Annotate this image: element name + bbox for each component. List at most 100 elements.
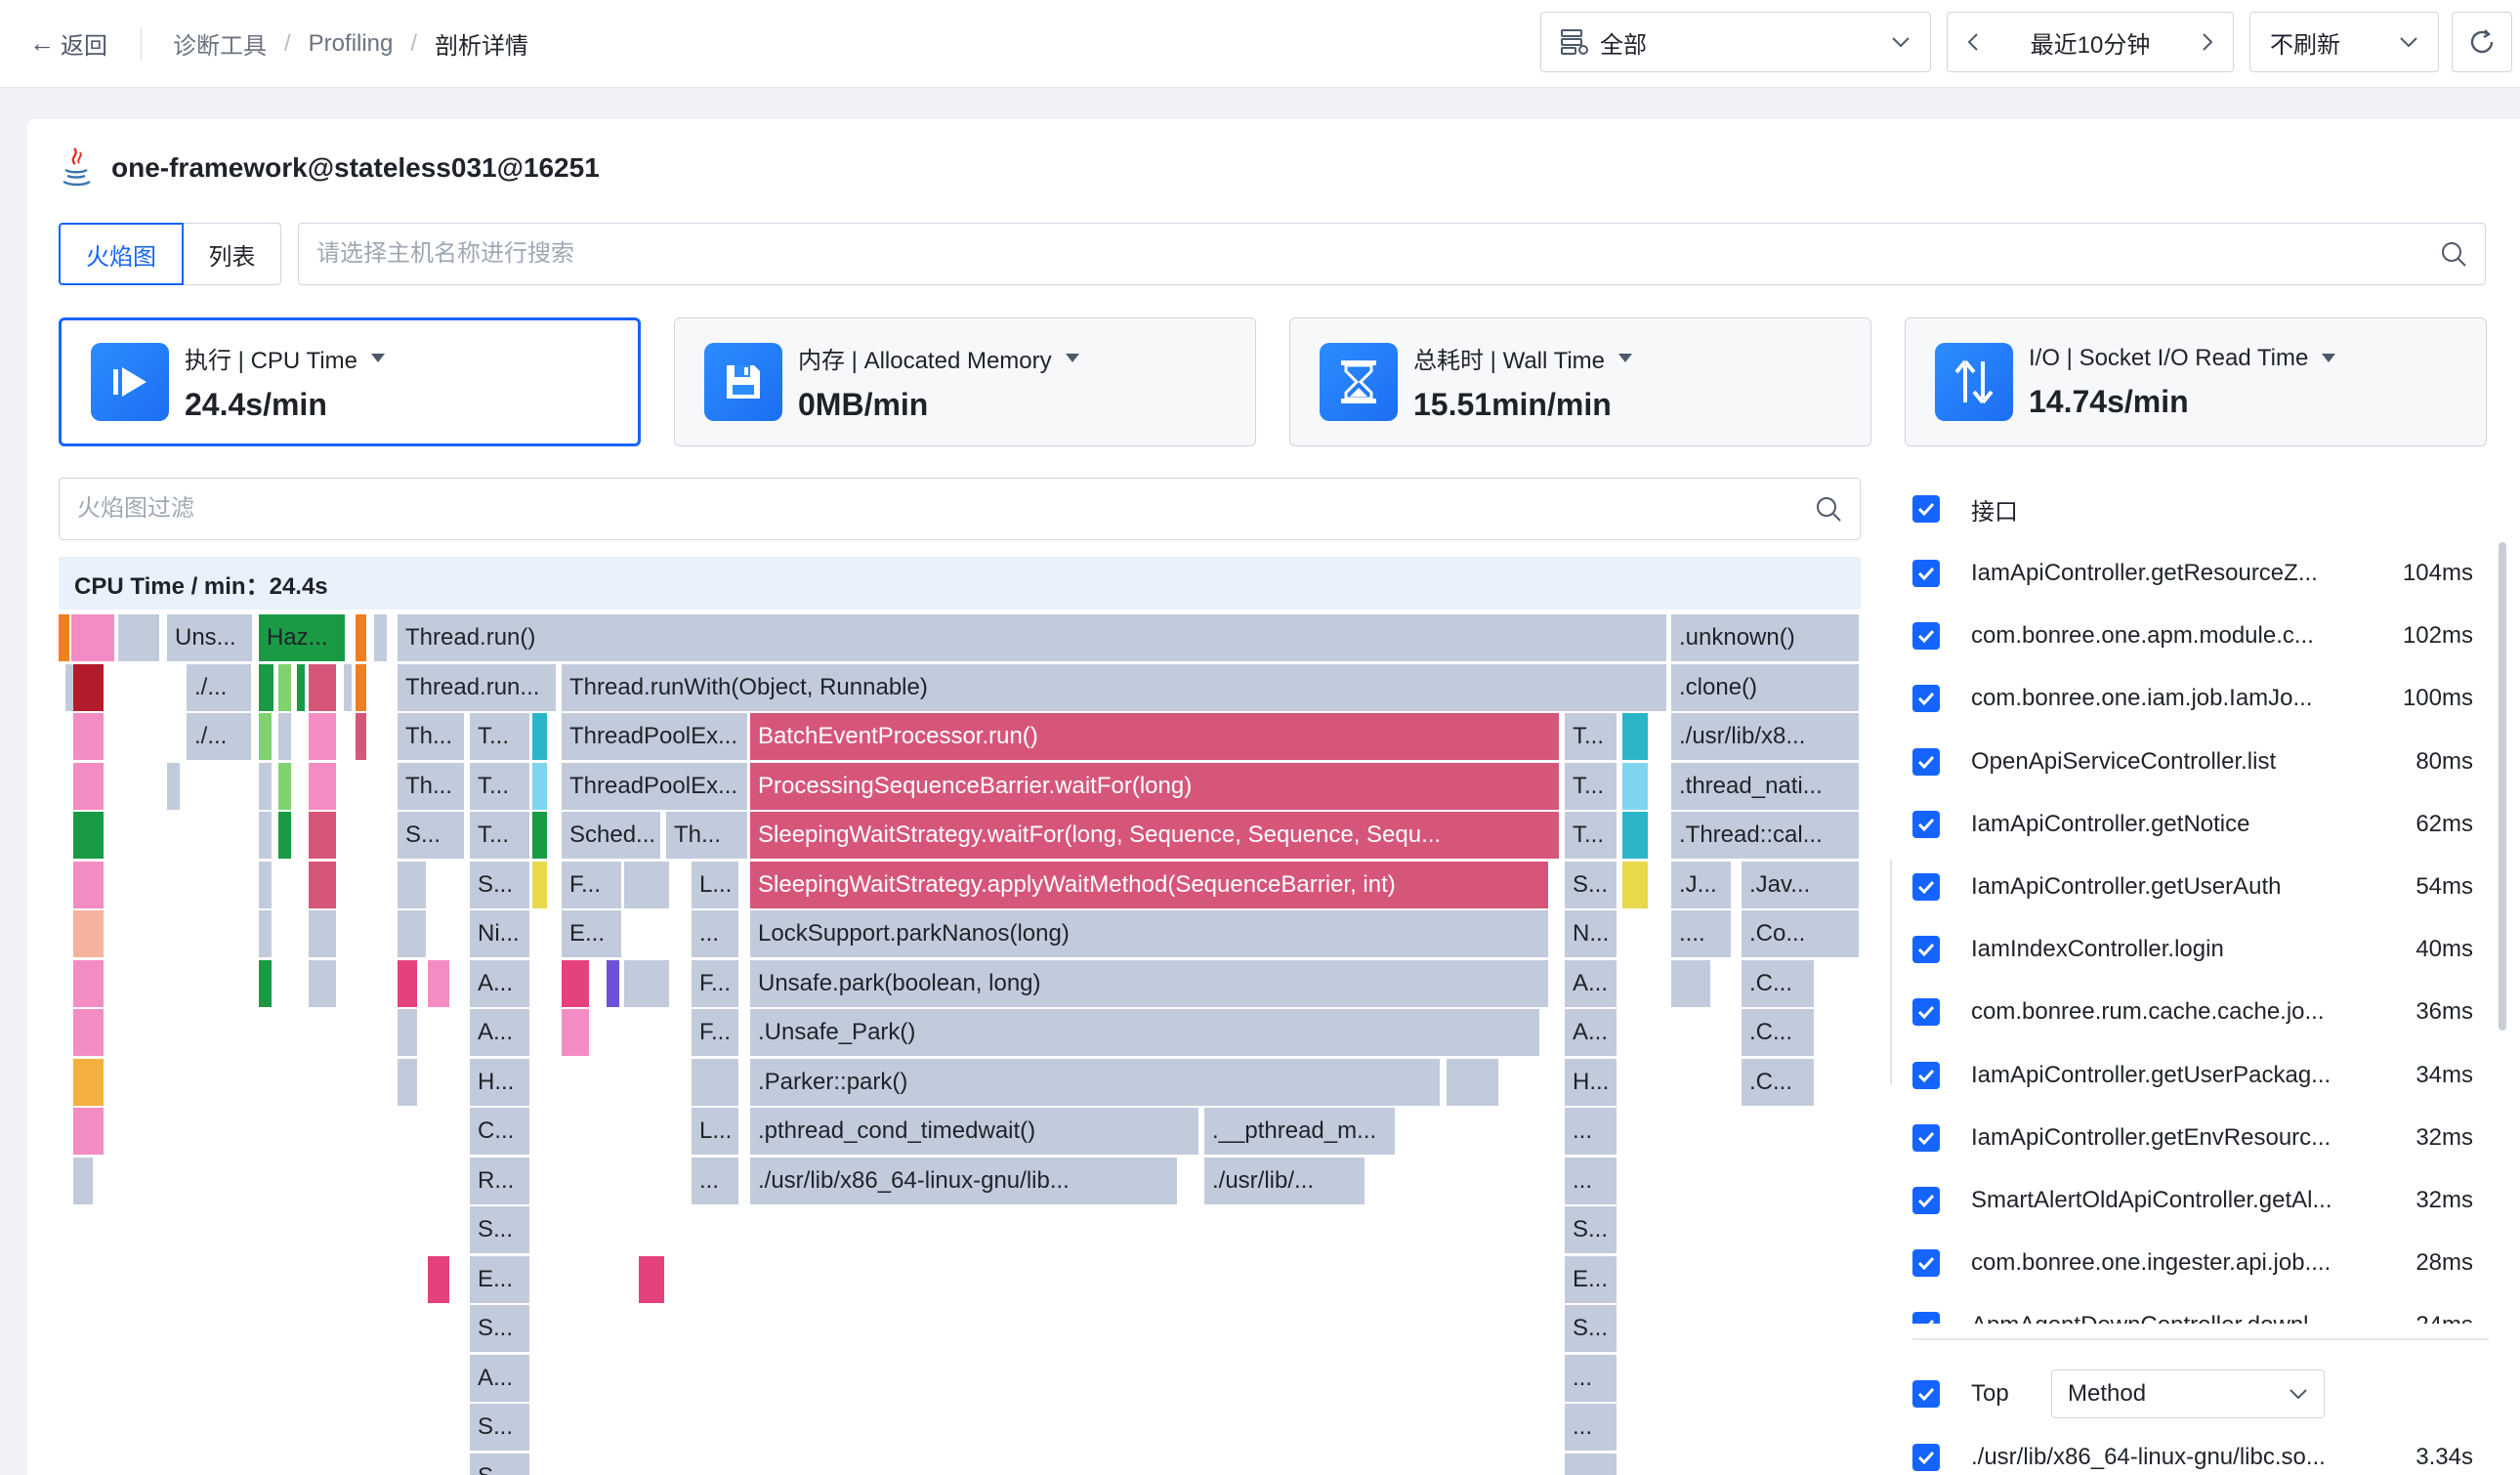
flame-frame[interactable]: A... xyxy=(1565,1009,1618,1056)
flame-frame[interactable]: E... xyxy=(470,1256,531,1303)
flame-frame[interactable]: .__pthread_m... xyxy=(1204,1108,1397,1155)
flame-frame[interactable]: S... xyxy=(470,862,531,908)
flame-frame[interactable]: Th... xyxy=(398,713,466,760)
flame-frame[interactable] xyxy=(532,862,549,908)
flame-frame[interactable]: S... xyxy=(398,812,466,859)
flame-frame[interactable]: ./... xyxy=(187,713,253,760)
flame-frame[interactable]: ./usr/lib/... xyxy=(1204,1158,1366,1204)
flame-frame[interactable] xyxy=(356,614,368,661)
flame-frame[interactable]: Uns... xyxy=(167,614,254,661)
flame-frame[interactable] xyxy=(374,614,389,661)
flame-frame[interactable]: A... xyxy=(470,1009,531,1056)
flame-frame[interactable] xyxy=(59,614,71,661)
flame-frame[interactable] xyxy=(624,960,671,1007)
flame-frame[interactable]: S... xyxy=(470,1404,531,1451)
checkbox-checked[interactable] xyxy=(1912,1061,1940,1089)
flame-frame[interactable]: ThreadPoolEx... xyxy=(562,713,749,760)
flame-frame[interactable]: SleepingWaitStrategy.applyWaitMethod(Seq… xyxy=(750,862,1550,908)
flame-frame[interactable]: H... xyxy=(470,1059,531,1106)
flame-frame[interactable]: S... xyxy=(470,1206,531,1253)
flame-frame[interactable] xyxy=(73,1059,105,1106)
flame-frame[interactable] xyxy=(73,960,105,1007)
flame-frame[interactable]: S... xyxy=(470,1454,531,1475)
flame-frame[interactable] xyxy=(562,1009,591,1056)
flame-frame[interactable] xyxy=(398,910,428,957)
flame-frame[interactable] xyxy=(309,664,338,711)
flame-frame[interactable] xyxy=(259,763,273,810)
flame-frame[interactable]: ProcessingSequenceBarrier.waitFor(long) xyxy=(750,763,1561,810)
checkbox-checked[interactable] xyxy=(1912,1312,1940,1324)
flame-frame[interactable]: Sched... xyxy=(562,812,662,859)
breadcrumb-item-profiling[interactable]: Profiling xyxy=(309,30,394,58)
flame-frame[interactable] xyxy=(1447,1059,1500,1106)
flame-frame[interactable] xyxy=(73,1009,105,1056)
chevron-right-icon[interactable] xyxy=(2202,32,2213,52)
flame-frame[interactable] xyxy=(73,713,105,760)
flamegraph-filter-input[interactable] xyxy=(77,495,1815,523)
checkbox-checked[interactable] xyxy=(1912,560,1940,587)
flame-frame[interactable]: F... xyxy=(692,1009,740,1056)
flamegraph[interactable]: Uns... Haz... Thread.run() .unknown() ./... T… xyxy=(59,611,1861,1475)
flame-frame[interactable]: T... xyxy=(470,812,531,859)
flame-frame[interactable]: .clone() xyxy=(1671,664,1861,711)
flame-frame[interactable] xyxy=(309,960,338,1007)
flame-frame[interactable] xyxy=(259,862,273,908)
checkbox-checked[interactable] xyxy=(1912,1444,1940,1471)
flame-frame[interactable] xyxy=(428,960,451,1007)
flame-frame[interactable] xyxy=(297,664,307,711)
interface-list-item[interactable]: com.bonree.one.apm.module.c... 102ms xyxy=(1912,605,2489,667)
flame-frame[interactable] xyxy=(607,960,621,1007)
flame-frame[interactable]: E... xyxy=(562,910,623,957)
caret-down-icon[interactable] xyxy=(1065,354,1079,362)
checkbox-checked[interactable] xyxy=(1912,1187,1940,1214)
checkbox-checked[interactable] xyxy=(1912,810,1940,838)
caret-down-icon[interactable] xyxy=(2322,354,2336,362)
checkbox-checked[interactable] xyxy=(1912,1249,1940,1278)
flame-frame[interactable] xyxy=(73,862,105,908)
flame-frame[interactable]: Unsafe.park(boolean, long) xyxy=(750,960,1550,1007)
flame-frame[interactable]: A... xyxy=(470,1355,531,1402)
flame-frame[interactable]: ./usr/lib/x8... xyxy=(1671,713,1861,760)
flame-frame[interactable] xyxy=(428,1256,451,1303)
flame-frame[interactable] xyxy=(73,812,105,859)
flame-frame[interactable]: Thread.runWith(Object, Runnable) xyxy=(562,664,1668,711)
flame-frame[interactable]: .C... xyxy=(1742,1009,1816,1056)
flame-frame[interactable]: ... xyxy=(1565,1158,1618,1204)
flame-frame[interactable]: E... xyxy=(1565,1256,1618,1303)
flame-frame[interactable] xyxy=(532,713,549,760)
search-icon[interactable] xyxy=(1815,495,1842,523)
interface-list-item[interactable]: IamApiController.getNotice 62ms xyxy=(1912,793,2489,856)
flame-frame[interactable]: R... xyxy=(470,1158,531,1204)
search-icon[interactable] xyxy=(2440,240,2467,268)
breadcrumb-item-tools[interactable]: 诊断工具 xyxy=(173,26,267,61)
flame-frame[interactable] xyxy=(118,614,161,661)
checkbox-checked[interactable] xyxy=(1912,495,1940,523)
flame-frame[interactable]: ... xyxy=(1565,1108,1618,1155)
flame-frame[interactable] xyxy=(167,763,182,810)
flame-frame[interactable] xyxy=(309,910,338,957)
checkbox-checked[interactable] xyxy=(1912,685,1940,713)
flame-frame[interactable]: .C... xyxy=(1742,1059,1816,1106)
flame-frame[interactable]: .Unsafe_Park() xyxy=(750,1009,1541,1056)
flame-frame[interactable] xyxy=(259,960,273,1007)
flame-frame[interactable] xyxy=(309,812,338,859)
flame-frame[interactable] xyxy=(259,910,273,957)
back-button[interactable]: ← 返回 xyxy=(29,26,107,61)
flame-frame[interactable] xyxy=(278,763,293,810)
flame-frame[interactable]: Th... xyxy=(398,763,466,810)
flame-frame[interactable]: L... xyxy=(692,1108,740,1155)
metric-card-allocated-memory[interactable]: 内存 | Allocated Memory 0MB/min xyxy=(674,317,1256,446)
flame-frame[interactable]: .Jav... xyxy=(1742,862,1861,908)
flame-frame[interactable]: ./usr/lib/x86_64-linux-gnu/lib... xyxy=(750,1158,1179,1204)
flame-frame[interactable]: .... xyxy=(1671,910,1733,957)
refresh-mode-select[interactable]: 不刷新 xyxy=(2249,12,2439,72)
flame-frame[interactable]: Haz... xyxy=(259,614,347,661)
flame-frame[interactable]: T... xyxy=(1565,713,1618,760)
interface-list-item[interactable]: com.bonree.one.iam.job.IamJo... 100ms xyxy=(1912,667,2489,730)
flame-frame[interactable]: Th... xyxy=(666,812,749,859)
flame-frame[interactable] xyxy=(356,664,368,711)
flame-frame[interactable]: F... xyxy=(692,960,740,1007)
flame-frame[interactable]: BatchEventProcessor.run() xyxy=(750,713,1561,760)
flame-frame[interactable] xyxy=(1622,763,1650,810)
flame-frame[interactable]: C... xyxy=(470,1108,531,1155)
